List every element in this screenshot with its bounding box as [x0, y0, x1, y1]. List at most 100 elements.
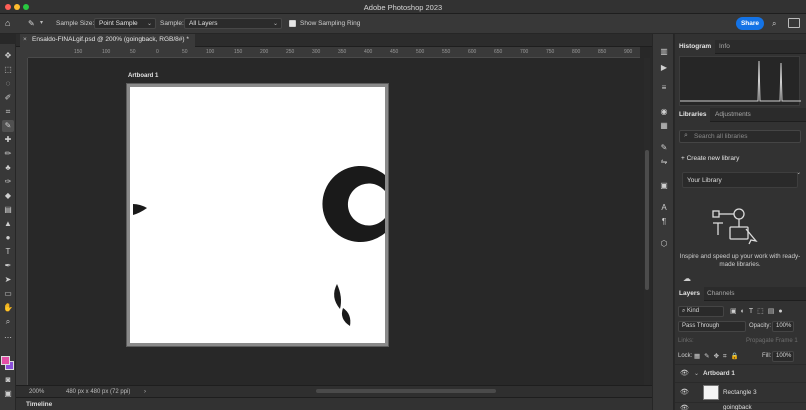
ruler-tick: 0: [156, 49, 159, 55]
workspace-icon[interactable]: [788, 18, 800, 28]
search-icon[interactable]: ⌕: [772, 19, 776, 29]
ruler-tick: 800: [572, 49, 581, 55]
ruler-tick: 200: [260, 49, 269, 55]
chevron-right-icon[interactable]: ›: [144, 389, 146, 395]
opacity-value: 100%: [776, 323, 792, 329]
options-bar: ⌂ ✎ ▾ Sample Size: Point Sample ⌄ Sample…: [0, 14, 806, 34]
create-new-library-button[interactable]: + Create new library: [681, 155, 739, 162]
artboard-label[interactable]: Artboard 1: [128, 73, 158, 79]
sample-value: All Layers: [189, 20, 218, 27]
color-icon[interactable]: ◉: [658, 106, 670, 118]
tab-info[interactable]: Info: [715, 40, 734, 54]
quick-selection-tool-icon[interactable]: ✐: [2, 92, 14, 104]
layer-kind-filter-value: Kind: [687, 308, 700, 314]
app-title: Adobe Photoshop 2023: [363, 3, 443, 12]
layers-tabs: Layers Channels: [675, 287, 806, 301]
rectangle-tool-icon[interactable]: ▭: [2, 288, 14, 300]
layer-filter-icons[interactable]: ▣◐T⬚▤●: [730, 307, 787, 315]
horizontal-scrollbar-thumb[interactable]: [316, 389, 496, 393]
timeline-panel[interactable]: Timeline: [16, 397, 652, 410]
zoom-tool-icon[interactable]: ⌕: [2, 316, 14, 328]
histogram-plot: [680, 60, 801, 102]
tab-channels[interactable]: Channels: [703, 287, 738, 301]
opacity-label: Opacity:: [749, 323, 772, 329]
gradient-tool-icon[interactable]: ▤: [2, 204, 14, 216]
character-icon[interactable]: A: [658, 202, 670, 214]
eye-icon[interactable]: 👁: [680, 388, 689, 396]
blur-tool-icon[interactable]: ▲: [2, 218, 14, 230]
ruler-tick: 350: [338, 49, 347, 55]
play-icon[interactable]: ▶: [658, 62, 670, 74]
crop-tool-icon[interactable]: ⌗: [2, 106, 14, 118]
sample-size-select[interactable]: Point Sample ⌄: [94, 18, 156, 29]
chevron-down-icon: ⌄: [146, 21, 152, 27]
chevron-down-icon[interactable]: ⌄: [694, 370, 699, 377]
home-icon[interactable]: ⌂: [5, 18, 16, 29]
eyedropper-tool-icon[interactable]: ✎: [2, 120, 14, 132]
lasso-tool-icon[interactable]: ◌: [2, 78, 14, 90]
layer-row-rectangle[interactable]: 👁 Rectangle 3: [675, 382, 806, 402]
vertical-scrollbar-thumb[interactable]: [645, 150, 649, 290]
clone-stamp-tool-icon[interactable]: ♣: [2, 162, 14, 174]
eye-icon[interactable]: 👁: [680, 369, 689, 377]
zoom-level[interactable]: 200%: [29, 389, 44, 395]
paragraph-icon[interactable]: ▣: [658, 180, 670, 192]
tab-layers[interactable]: Layers: [675, 287, 704, 301]
eraser-tool-icon[interactable]: ◆: [2, 190, 14, 202]
library-search-placeholder: Search all libraries: [694, 133, 748, 140]
your-library-item[interactable]: Your Library: [682, 172, 798, 188]
layer-name: Rectangle 3: [723, 389, 757, 396]
history-icon[interactable]: ▥: [658, 46, 670, 58]
history-brush-tool-icon[interactable]: ✑: [2, 176, 14, 188]
tab-histogram[interactable]: Histogram: [675, 40, 716, 54]
cloud-icon[interactable]: ☁: [683, 274, 691, 283]
close-tab-icon[interactable]: ×: [23, 36, 27, 43]
path-selection-tool-icon[interactable]: ➤: [2, 274, 14, 286]
library-search-input[interactable]: ⌕ Search all libraries: [679, 130, 801, 143]
fill-input[interactable]: 100%: [772, 351, 794, 362]
tab-adjustments[interactable]: Adjustments: [711, 108, 755, 122]
screen-mode-icon[interactable]: ▣: [2, 388, 14, 400]
paragraph-mark-icon[interactable]: ¶: [658, 216, 670, 228]
foreground-color-swatch[interactable]: [1, 356, 10, 365]
hand-tool-icon[interactable]: ✋: [2, 302, 14, 314]
type-tool-icon[interactable]: T: [2, 246, 14, 258]
move-tool-icon[interactable]: ✥: [2, 50, 14, 62]
layer-row-group[interactable]: 👁 goingback: [675, 402, 806, 410]
your-library-label: Your Library: [687, 177, 722, 184]
marquee-tool-icon[interactable]: ⬚: [2, 64, 14, 76]
share-button[interactable]: Share: [736, 17, 764, 30]
blend-mode-select[interactable]: Pass Through: [678, 321, 746, 332]
3d-icon[interactable]: ⬡: [658, 238, 670, 250]
brush-settings-icon[interactable]: ✎: [658, 142, 670, 154]
timeline-label[interactable]: Timeline: [26, 401, 52, 408]
healing-brush-tool-icon[interactable]: ✚: [2, 134, 14, 146]
adjustments-icon[interactable]: ≡: [658, 82, 670, 94]
swatches-icon[interactable]: ▦: [658, 120, 670, 132]
more-tools-icon[interactable]: ⋯: [2, 332, 14, 344]
brush-tool-icon[interactable]: ✏: [2, 148, 14, 160]
opacity-input[interactable]: 100%: [772, 321, 794, 332]
lock-icons[interactable]: ▦✎✥⌗🔒: [694, 352, 743, 361]
document-info[interactable]: 480 px x 480 px (72 ppi): [66, 389, 130, 395]
quick-mask-icon[interactable]: ◙: [2, 374, 14, 386]
ruler-tick: 400: [364, 49, 373, 55]
tab-libraries[interactable]: Libraries: [675, 108, 711, 122]
dodge-tool-icon[interactable]: ●: [2, 232, 14, 244]
ruler-tick: 150: [74, 49, 83, 55]
artboard[interactable]: [127, 84, 388, 346]
title-bar: Adobe Photoshop 2023: [0, 0, 806, 14]
vertical-ruler: [16, 58, 28, 385]
sample-select[interactable]: All Layers ⌄: [184, 18, 282, 29]
layer-row-artboard[interactable]: 👁 ⌄ Artboard 1: [675, 364, 806, 382]
eye-icon[interactable]: 👁: [680, 404, 689, 410]
pen-tool-icon[interactable]: ✒: [2, 260, 14, 272]
show-sampling-ring-checkbox[interactable]: [289, 20, 296, 27]
chevron-down-icon[interactable]: ▾: [40, 19, 43, 26]
ruler-tick: 250: [286, 49, 295, 55]
eyedropper-preset-icon[interactable]: ✎: [28, 18, 39, 29]
properties-icon[interactable]: ⇋: [658, 156, 670, 168]
layer-kind-filter[interactable]: ⌕ Kind: [678, 306, 724, 317]
document-tab[interactable]: × Ensaldo-FINALgif.psd @ 200% (goingback…: [20, 34, 195, 47]
ruler-tick: 750: [546, 49, 555, 55]
